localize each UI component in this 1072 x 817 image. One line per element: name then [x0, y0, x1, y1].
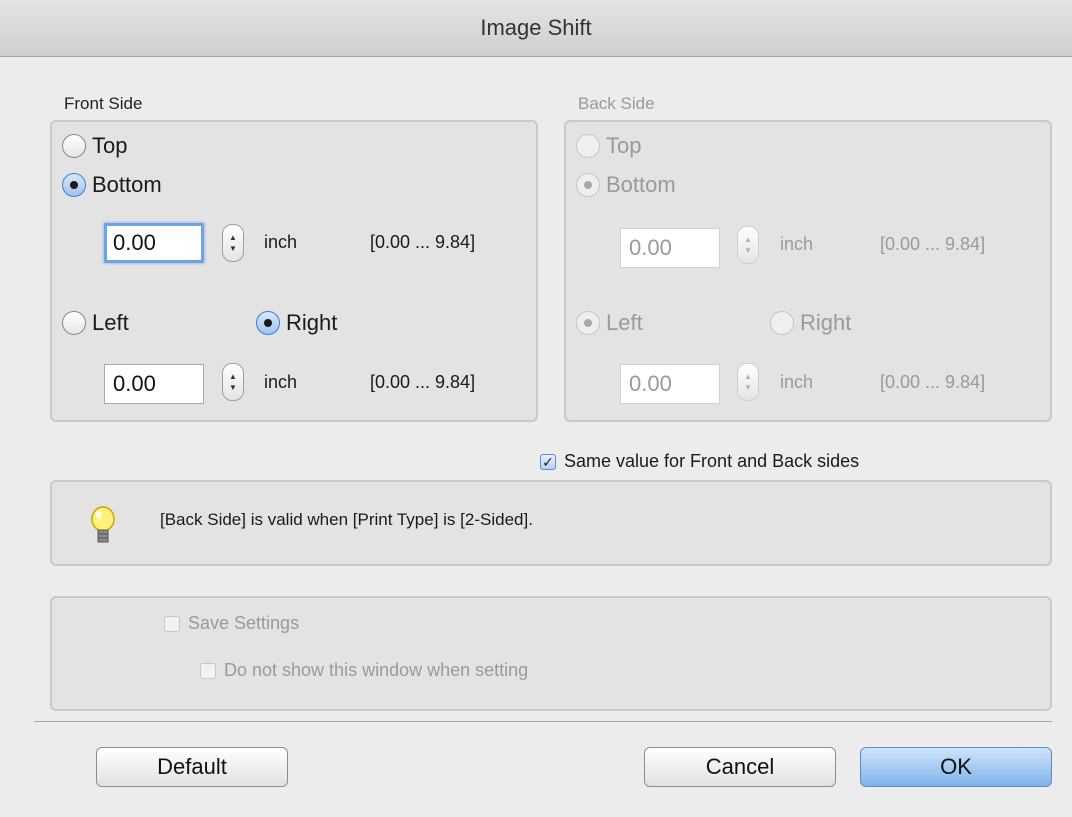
back-left-radio: Left	[576, 310, 643, 336]
back-vertical-range: [0.00 ... 9.84]	[880, 234, 986, 254]
front-horizontal-shift-input[interactable]: 0.00	[104, 364, 204, 404]
back-top-radio: Top	[576, 133, 641, 159]
radio-checked-icon	[576, 173, 600, 197]
front-horizontal-stepper[interactable]: ▲ ▼	[222, 363, 244, 401]
front-top-radio[interactable]: Top	[62, 133, 127, 159]
back-horizontal-shift-input: 0.00	[620, 364, 720, 404]
front-vertical-range: [0.00 ... 9.84]	[370, 232, 476, 252]
radio-checked-icon	[256, 311, 280, 335]
checkbox-unchecked-icon	[200, 662, 216, 679]
stepper-down-icon[interactable]: ▼	[229, 382, 237, 393]
same-value-label: Same value for Front and Back sides	[564, 451, 860, 471]
image-shift-dialog: Image Shift Front Side Top Bottom 0.00 ▲…	[0, 0, 1072, 817]
front-bottom-radio[interactable]: Bottom	[62, 172, 162, 198]
info-message: [Back Side] is valid when [Print Type] i…	[160, 510, 533, 529]
stepper-down-icon: ▼	[744, 246, 752, 255]
back-bottom-label: Bottom	[606, 172, 676, 197]
radio-checked-icon	[62, 173, 86, 197]
back-side-label: Back Side	[578, 94, 655, 113]
back-top-label: Top	[606, 133, 642, 158]
back-horizontal-range: [0.00 ... 9.84]	[880, 372, 986, 392]
back-vertical-shift-input: 0.00	[620, 228, 720, 268]
back-vertical-unit: inch	[780, 234, 814, 254]
front-left-label: Left	[92, 310, 129, 335]
front-left-radio[interactable]: Left	[62, 310, 129, 336]
stepper-up-icon: ▲	[744, 235, 752, 244]
do-not-show-checkbox: Do not show this window when setting	[200, 660, 528, 681]
front-horizontal-range: [0.00 ... 9.84]	[370, 372, 476, 392]
front-side-label: Front Side	[64, 94, 143, 113]
front-vertical-unit: inch	[264, 232, 298, 252]
ok-button[interactable]: OK	[860, 747, 1052, 787]
title-bar: Image Shift	[0, 0, 1072, 57]
front-right-radio[interactable]: Right	[256, 310, 337, 336]
radio-unchecked-icon	[62, 134, 86, 158]
back-right-radio: Right	[770, 310, 851, 336]
stepper-down-icon[interactable]: ▼	[229, 243, 237, 254]
save-settings-label: Save Settings	[188, 613, 300, 633]
stepper-down-icon: ▼	[744, 383, 752, 392]
window-title: Image Shift	[480, 15, 592, 40]
front-horizontal-unit: inch	[264, 372, 298, 392]
stepper-up-icon[interactable]: ▲	[229, 232, 237, 243]
back-right-label: Right	[800, 310, 852, 335]
default-button[interactable]: Default	[96, 747, 288, 787]
footer-separator	[34, 721, 1052, 722]
back-bottom-radio: Bottom	[576, 172, 676, 198]
back-horizontal-stepper: ▲ ▼	[737, 363, 759, 401]
front-bottom-label: Bottom	[92, 172, 162, 197]
radio-unchecked-icon	[62, 311, 86, 335]
front-vertical-stepper[interactable]: ▲ ▼	[222, 224, 244, 262]
front-right-label: Right	[286, 310, 338, 335]
checkbox-unchecked-icon	[164, 615, 180, 632]
radio-unchecked-icon	[576, 134, 600, 158]
lightbulb-icon	[91, 506, 115, 543]
radio-unchecked-icon	[770, 311, 794, 335]
back-horizontal-unit: inch	[780, 372, 814, 392]
cancel-button[interactable]: Cancel	[644, 747, 836, 787]
same-value-checkbox[interactable]: ✓ Same value for Front and Back sides	[540, 451, 859, 472]
back-vertical-stepper: ▲ ▼	[737, 226, 759, 264]
front-vertical-shift-input[interactable]: 0.00	[104, 223, 204, 263]
stepper-up-icon[interactable]: ▲	[229, 371, 237, 382]
back-left-label: Left	[606, 310, 643, 335]
save-settings-checkbox: Save Settings	[164, 613, 299, 634]
stepper-up-icon: ▲	[744, 372, 752, 381]
do-not-show-label: Do not show this window when setting	[224, 660, 529, 680]
front-top-label: Top	[92, 133, 128, 158]
checkmark-icon: ✓	[540, 453, 556, 470]
radio-checked-icon	[576, 311, 600, 335]
